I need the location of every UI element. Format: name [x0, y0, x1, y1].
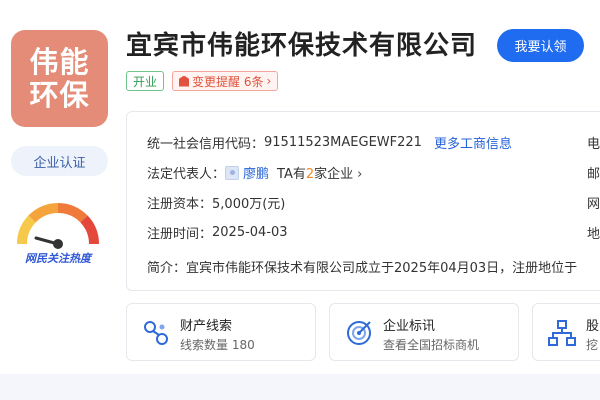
reg-time-value: 2025-04-03 — [212, 225, 288, 240]
claim-button[interactable]: 我要认领 — [497, 29, 584, 62]
certification-badge[interactable]: 企业认证 — [11, 146, 108, 176]
attention-gauge[interactable]: 网民关注热度 — [12, 198, 104, 268]
card-title: 财产线索 — [180, 319, 233, 334]
bottom-band — [0, 374, 600, 400]
property-clue-card[interactable]: 财产线索 线索数量 180 — [126, 303, 316, 361]
more-business-info-link[interactable]: 更多工商信息 — [434, 133, 512, 152]
card-subtitle: 查看全国招标商机 — [383, 338, 480, 352]
capital-label: 注册资本： — [147, 197, 213, 212]
intro-row: 简介： 宜宾市伟能环保技术有限公司成立于2025年04月03日，注册地位于 — [147, 257, 600, 276]
business-info-card: 统一社会信用代码： 91511523MAEGEWF221 更多工商信息 法定代表… — [126, 111, 600, 291]
legal-rep-name-link[interactable]: 廖鹏 — [243, 163, 269, 182]
capital-row: 注册资本： 5,000万(元) — [147, 193, 285, 212]
alert-icon — [179, 75, 189, 87]
company-logo: 伟能 环保 — [11, 30, 108, 127]
legal-rep-text-prefix: TA有 — [277, 167, 306, 182]
card-title: 股 — [586, 319, 600, 334]
credit-code-row: 统一社会信用代码： 91511523MAEGEWF221 更多工商信息 — [147, 133, 512, 152]
website-label: 网 — [587, 197, 600, 212]
capital-value: 5,000万(元) — [212, 197, 286, 212]
company-profile-page: 伟能 环保 企业认证 网民关注热度 宜宾市伟能环保技术有限公司 我要认领 开业 … — [0, 0, 600, 400]
gauge-icon — [16, 202, 100, 249]
equity-icon — [548, 320, 576, 346]
logo-line-2: 环保 — [29, 77, 90, 112]
address-label: 地 — [587, 227, 600, 242]
intro-value: 宜宾市伟能环保技术有限公司成立于2025年04月03日，注册地位于 — [186, 261, 578, 276]
phone-label: 电 — [587, 137, 600, 152]
chevron-right-icon: › — [357, 167, 363, 182]
card-subtitle: 挖 — [586, 338, 599, 352]
legal-rep-row: 法定代表人： 廖鹏 TA有2家企业 › — [147, 163, 362, 182]
legal-rep-count: 2 — [305, 167, 315, 182]
credit-code-value: 91511523MAEGEWF221 — [264, 135, 422, 150]
card-subtitle: 线索数量 180 — [180, 338, 255, 352]
reg-time-row: 注册时间： 2025-04-03 — [147, 223, 288, 242]
bid-info-icon — [347, 321, 371, 345]
property-clue-icon — [144, 321, 168, 345]
change-alert-tag[interactable]: 变更提醒 6条 › — [172, 71, 279, 91]
person-avatar-icon — [225, 165, 240, 180]
change-alert-label: 变更提醒 6条 — [192, 74, 264, 89]
intro-label: 简介： — [147, 261, 187, 276]
credit-code-label: 统一社会信用代码： — [147, 137, 265, 152]
bid-info-card[interactable]: 企业标讯 查看全国招标商机 — [329, 303, 519, 361]
legal-rep-companies[interactable]: TA有2家企业 › — [277, 163, 362, 182]
logo-line-1: 伟能 — [29, 44, 90, 79]
status-badge: 开业 — [126, 71, 165, 91]
gauge-label: 网民关注热度 — [25, 252, 91, 265]
card-title: 企业标讯 — [383, 319, 436, 334]
chevron-right-icon: › — [266, 74, 272, 88]
reg-time-label: 注册时间： — [147, 227, 213, 242]
legal-rep-label: 法定代表人： — [147, 167, 226, 182]
email-label: 邮 — [587, 167, 600, 182]
company-name: 宜宾市伟能环保技术有限公司 — [126, 31, 478, 61]
equity-card[interactable]: 股 挖 — [532, 303, 600, 361]
legal-rep-text-suffix: 家企业 — [314, 167, 354, 182]
